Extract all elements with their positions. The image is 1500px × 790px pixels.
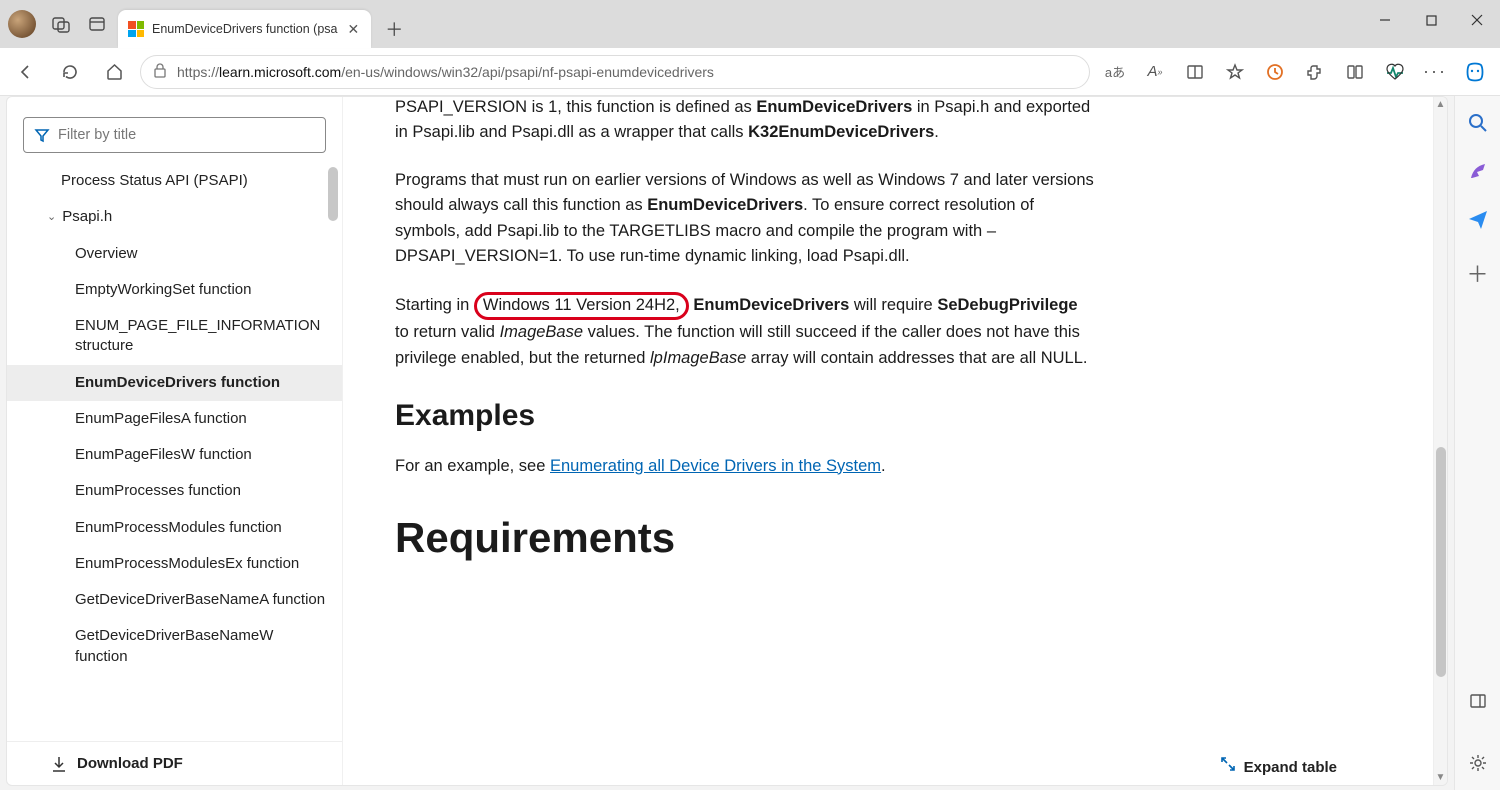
minimize-button[interactable] [1362,0,1408,40]
nav-item[interactable]: ⌄ Psapi.h [7,199,342,235]
nav-item[interactable]: EnumPageFilesW function [7,437,342,473]
extensions-icon[interactable] [1298,55,1332,89]
workspaces-icon[interactable] [50,13,72,35]
nav-item-label: Overview [75,245,138,262]
nav-item-label: EnumPageFilesW function [75,446,252,463]
chevron-down-icon: ⌄ [47,210,56,225]
page-content: Filter by title Process Status API (PSAP… [6,96,1448,786]
copilot-icon[interactable] [1458,55,1492,89]
settings-sidebar-icon[interactable] [1465,750,1491,776]
compose-sidebar-icon[interactable] [1465,158,1491,184]
health-icon[interactable] [1378,55,1412,89]
page-scrollbar[interactable]: ▲ ▼ [1433,97,1447,785]
filter-input[interactable]: Filter by title [23,117,326,153]
nav-item[interactable]: EmptyWorkingSet function [7,272,342,308]
profile-avatar[interactable] [8,10,36,38]
filter-placeholder: Filter by title [58,127,136,143]
nav-item-label: EnumProcesses function [75,482,241,499]
maximize-button[interactable] [1408,0,1454,40]
favorite-icon[interactable] [1218,55,1252,89]
new-tab-button[interactable]: ＋ [377,12,411,46]
reading-mode-icon[interactable] [1178,55,1212,89]
expand-table-button[interactable]: Expand table [1220,756,1337,779]
download-pdf-button[interactable]: Download PDF [7,741,342,785]
download-icon [51,755,67,773]
more-menu-icon[interactable]: ··· [1418,55,1452,89]
url-text: https://learn.microsoft.com/en-us/window… [177,64,714,80]
nav-item-label: EnumDeviceDrivers function [75,374,280,391]
nav-item-label: EnumProcessModulesEx function [75,555,299,572]
heading-requirements: Requirements [395,505,1095,570]
heading-examples: Examples [395,393,1095,440]
nav-item-label: Process Status API (PSAPI) [61,172,248,189]
browser-toolbar: https://learn.microsoft.com/en-us/window… [0,48,1500,96]
translate-icon[interactable]: aあ [1098,55,1132,89]
tab-title: EnumDeviceDrivers function (psa [152,22,338,36]
nav-item[interactable]: EnumProcessModulesEx function [7,546,342,582]
extension-icon-1[interactable] [1258,55,1292,89]
nav-item[interactable]: EnumPageFilesA function [7,401,342,437]
close-window-button[interactable] [1454,0,1500,40]
nav-item-label: Psapi.h [62,207,112,227]
close-tab-icon[interactable]: ✕ [346,19,362,40]
nav-item-label: ENUM_PAGE_FILE_INFORMATION structure [75,317,320,354]
example-link[interactable]: Enumerating all Device Drivers in the Sy… [550,457,881,475]
paragraph: Programs that must run on earlier versio… [395,168,1095,270]
nav-item-label: GetDeviceDriverBaseNameW function [75,627,273,664]
nav-item[interactable]: GetDeviceDriverBaseNameA function [7,582,342,618]
lock-icon [153,62,167,81]
browser-tab-active[interactable]: EnumDeviceDrivers function (psa ✕ [118,10,371,48]
tab-actions-icon[interactable] [86,13,108,35]
nav-item-label: EnumPageFilesA function [75,410,247,427]
add-sidebar-icon[interactable]: ＋ [1465,260,1491,286]
paragraph: K32EnumDeviceDrivers in Psapi.h and expo… [395,97,1095,146]
article-body: K32EnumDeviceDrivers in Psapi.h and expo… [343,97,1447,785]
send-sidebar-icon[interactable] [1465,206,1491,232]
microsoft-favicon [128,21,144,37]
address-bar[interactable]: https://learn.microsoft.com/en-us/window… [140,55,1090,89]
docs-left-nav: Filter by title Process Status API (PSAP… [7,97,343,785]
nav-item-label: GetDeviceDriverBaseNameA function [75,591,325,608]
nav-scrollbar[interactable] [328,163,340,741]
nav-item-label: EmptyWorkingSet function [75,281,251,298]
read-aloud-icon[interactable]: A» [1138,55,1172,89]
paragraph: Starting in Windows 11 Version 24H2, Enu… [395,292,1095,371]
nav-item-label: EnumProcessModules function [75,519,282,536]
nav-item[interactable]: EnumProcessModules function [7,510,342,546]
highlighted-text: Windows 11 Version 24H2, [474,292,689,320]
nav-item[interactable]: EnumDeviceDrivers function [7,365,342,401]
panel-sidebar-icon[interactable] [1465,688,1491,714]
home-button[interactable] [96,54,132,90]
nav-item[interactable]: GetDeviceDriverBaseNameW function [7,618,342,675]
nav-item[interactable]: EnumProcesses function [7,473,342,509]
back-button[interactable] [8,54,44,90]
paragraph: For an example, see Enumerating all Devi… [395,454,1095,480]
nav-item[interactable]: Overview [7,236,342,272]
expand-icon [1220,756,1236,779]
nav-item[interactable]: ENUM_PAGE_FILE_INFORMATION structure [7,308,342,365]
edge-sidebar: ＋ [1454,96,1500,790]
window-titlebar: EnumDeviceDrivers function (psa ✕ ＋ [0,0,1500,48]
nav-item[interactable]: Process Status API (PSAPI) [7,163,342,199]
filter-icon [34,127,50,143]
search-sidebar-icon[interactable] [1465,110,1491,136]
refresh-button[interactable] [52,54,88,90]
split-screen-icon[interactable] [1338,55,1372,89]
